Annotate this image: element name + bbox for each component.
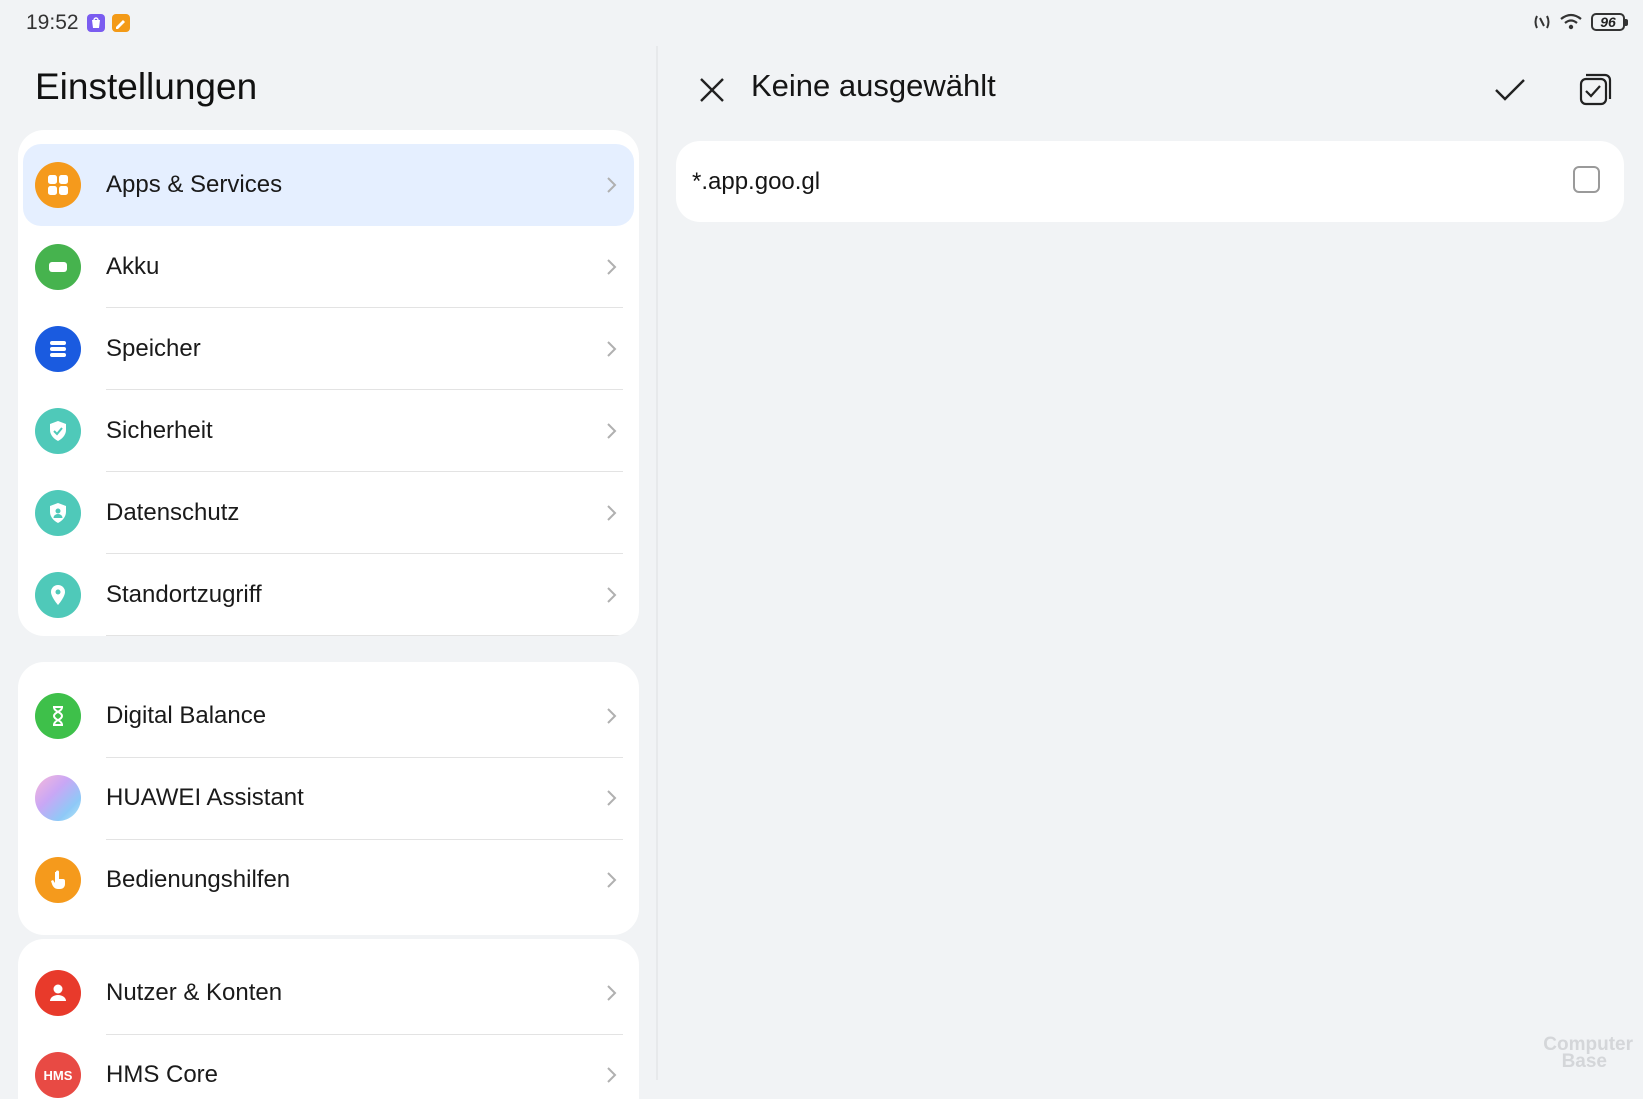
detail-header: Keine ausgewählt [658,46,1643,136]
nfc-icon [1534,15,1550,29]
app-notification-icon [87,14,105,32]
assistant-icon [35,775,81,821]
battery-icon: 96 [1591,13,1628,31]
chevron-right-icon [607,505,617,521]
accessibility-hand-icon [35,857,81,903]
settings-item-huawei-assistant[interactable]: HUAWEI Assistant [18,757,639,839]
hms-icon-text: HMS [43,1067,73,1083]
apps-icon [35,162,81,208]
chevron-right-icon [607,259,617,275]
page-title: Einstellungen [35,66,258,107]
edit-notification-icon [112,14,130,32]
settings-item-datenschutz[interactable]: Datenschutz [18,472,639,554]
settings-item-sicherheit[interactable]: Sicherheit [18,390,639,472]
domain-list-item[interactable]: *.app.goo.gl [676,141,1624,222]
battery-level: 96 [1600,14,1616,30]
chevron-right-icon [607,985,617,1001]
chevron-right-icon [607,872,617,888]
chevron-right-icon [607,177,617,193]
chevron-right-icon [607,423,617,439]
location-icon [35,572,81,618]
user-icon [35,970,81,1016]
chevron-right-icon [607,790,617,806]
chevron-right-icon [607,1067,617,1083]
settings-item-apps-services[interactable]: Apps & Services [18,144,639,226]
settings-item-label: Akku [106,253,160,280]
settings-item-label: Standortzugriff [106,581,262,608]
shield-check-icon [35,408,81,454]
wifi-icon [1560,13,1582,30]
settings-item-digital-balance[interactable]: Digital Balance [18,675,639,757]
status-icons: 96 [1533,12,1628,32]
settings-item-label: Bedienungshilfen [106,866,291,893]
chevron-right-icon [607,708,617,724]
chevron-right-icon [607,341,617,357]
detail-title: Keine ausgewählt [751,68,996,103]
chevron-right-icon [607,587,617,603]
privacy-icon [35,490,81,536]
settings-item-bedienungshilfen[interactable]: Bedienungshilfen [18,839,639,921]
settings-item-label: HUAWEI Assistant [106,784,304,811]
close-icon[interactable] [694,72,730,108]
watermark-logo: Computer Base [1543,1035,1633,1072]
settings-item-label: Digital Balance [106,702,267,729]
battery-icon [35,244,81,290]
select-all-icon[interactable] [1575,70,1615,110]
pane-divider [656,46,658,1080]
settings-item-nutzer-konten[interactable]: Nutzer & Konten [18,952,639,1034]
settings-item-label: HMS Core [106,1061,219,1088]
watermark-line2: Base [1561,1051,1607,1072]
settings-item-label: Sicherheit [106,417,213,444]
settings-group-1: Apps & Services Akku Speicher Sicherheit [18,130,639,636]
settings-item-label: Speicher [106,335,201,362]
hms-icon: HMS [35,1052,81,1098]
status-bar: 19:52 96 [0,0,1643,46]
settings-group-2: Digital Balance HUAWEI Assistant Bedienu… [18,662,639,935]
settings-pane: Einstellungen Apps & Services Akku Speic… [0,46,655,1099]
status-time: 19:52 [26,11,79,34]
hourglass-icon [35,693,81,739]
settings-item-label: Datenschutz [106,499,240,526]
settings-item-speicher[interactable]: Speicher [18,308,639,390]
settings-item-label: Apps & Services [106,171,283,198]
settings-item-akku[interactable]: Akku [18,226,639,308]
settings-item-standortzugriff[interactable]: Standortzugriff [18,554,639,636]
settings-item-label: Nutzer & Konten [106,979,283,1006]
confirm-check-icon[interactable] [1490,70,1530,110]
domain-label: *.app.goo.gl [692,168,821,195]
settings-group-3: Nutzer & Konten HMS HMS Core [18,939,639,1099]
domain-checkbox[interactable] [1573,166,1600,193]
storage-icon [35,326,81,372]
settings-item-hms-core[interactable]: HMS HMS Core [18,1034,639,1099]
